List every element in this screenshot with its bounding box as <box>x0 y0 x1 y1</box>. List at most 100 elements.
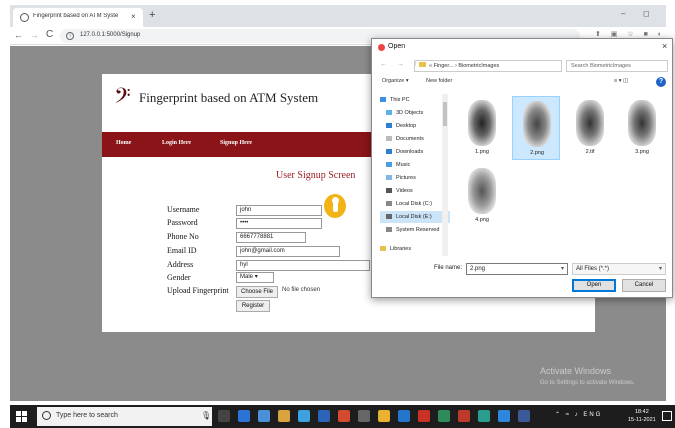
nav-link-login[interactable]: Login Here <box>162 140 191 146</box>
app-icon[interactable] <box>398 410 410 422</box>
file-name: 2.tif <box>585 149 595 155</box>
file-item[interactable]: 2.tif <box>566 96 614 160</box>
filename-value: 2.png <box>470 266 486 272</box>
pdf-icon[interactable] <box>418 410 430 422</box>
nav-item-label: Documents <box>396 136 424 142</box>
document-icon <box>386 136 392 142</box>
nav-item-label: Libraries <box>390 246 412 252</box>
breadcrumb[interactable]: « Finger... › BiometricImages <box>414 60 562 72</box>
gender-label: Gender <box>167 273 191 282</box>
minimize-button[interactable]: – <box>621 9 625 18</box>
taskbar-search-input[interactable]: Type here to search 🎙 <box>37 407 212 426</box>
nav-item-libraries[interactable]: Libraries <box>380 243 450 255</box>
nav-link-signup[interactable]: Signup Here <box>220 140 252 146</box>
password-label: Password <box>167 218 198 227</box>
filetype-select[interactable]: All Files (*.*) ▾ <box>572 263 666 275</box>
organize-button[interactable]: Organize ▾ <box>382 78 409 84</box>
file-item-selected[interactable]: 2.png <box>512 96 560 160</box>
windows-start-icon[interactable] <box>16 411 27 422</box>
form-title: User Signup Screen <box>276 170 356 181</box>
site-info-icon[interactable]: i <box>66 32 74 40</box>
nav-item-label: Pictures <box>396 175 416 181</box>
gender-value: Male <box>240 274 254 280</box>
activation-watermark-title: Activate Windows <box>540 366 612 376</box>
activation-watermark-subtitle: Go to Settings to activate Windows. <box>540 380 635 386</box>
forward-arrow-icon[interactable]: → <box>30 30 39 40</box>
store-icon[interactable] <box>278 410 290 422</box>
username-label: Username <box>167 205 200 214</box>
video-icon <box>386 188 392 194</box>
open-file-dialog: Open × ← → ↑ « Finger... › BiometricImag… <box>371 38 673 298</box>
open-button[interactable]: Open <box>572 279 616 292</box>
email-field[interactable]: john@gmail.com <box>236 246 340 257</box>
search-input[interactable]: Search BiometricImages <box>566 60 668 72</box>
task-view-icon[interactable] <box>218 410 230 422</box>
gender-select[interactable]: Male ▾ <box>236 272 274 283</box>
file-item[interactable]: 4.png <box>458 164 506 228</box>
pictures-icon <box>386 175 392 181</box>
app-icon[interactable] <box>298 410 310 422</box>
filename-label: File name: <box>434 265 463 271</box>
fingerprint-thumbnail <box>468 168 496 214</box>
nav-item-local-disk-e[interactable]: Local Disk (E:) <box>380 211 450 223</box>
nav-link-home[interactable]: Home <box>116 140 131 146</box>
microphone-icon[interactable]: 🎙 <box>201 411 211 420</box>
choose-file-button[interactable]: Choose File <box>236 286 278 298</box>
file-list: 1.png 2.png 2.tif 3.png 4.png <box>456 94 670 256</box>
clock-time: 18:42 <box>634 409 649 415</box>
app-icon[interactable] <box>478 410 490 422</box>
app-icon[interactable] <box>518 410 530 422</box>
clock[interactable]: 18:42 15-11-2021 <box>628 408 656 424</box>
nav-item-label: Music <box>396 162 411 168</box>
app-icon[interactable] <box>258 410 270 422</box>
app-icon[interactable] <box>338 410 350 422</box>
close-icon[interactable]: × <box>662 41 667 51</box>
maximize-button[interactable]: ◻ <box>643 9 650 18</box>
username-field[interactable]: john <box>236 205 322 216</box>
tab-title: Fingerprint based on ATM Syste <box>33 13 119 19</box>
chevron-down-icon[interactable]: ▾ <box>561 264 564 274</box>
scrollbar-thumb[interactable] <box>443 102 447 126</box>
register-button[interactable]: Register <box>236 300 270 312</box>
cube-icon <box>386 110 392 116</box>
notifications-icon[interactable] <box>662 411 672 421</box>
app-icon[interactable] <box>438 410 450 422</box>
new-folder-button[interactable]: New folder <box>426 78 452 84</box>
edge-icon[interactable] <box>238 410 250 422</box>
view-options-icon[interactable]: ≡ ▾ ◫ <box>614 78 628 84</box>
url-text: 127.0.0.1:5000/Signup <box>80 32 141 38</box>
nav-scrollbar[interactable] <box>442 94 448 256</box>
app-icon[interactable] <box>498 410 510 422</box>
app-icon[interactable] <box>318 410 330 422</box>
cancel-button[interactable]: Cancel <box>622 279 666 292</box>
dialog-title: Open <box>388 43 406 50</box>
filename-input[interactable]: 2.png ▾ <box>466 263 568 275</box>
reload-icon[interactable]: C <box>46 29 53 40</box>
fingerprint-thumbnail <box>628 100 656 146</box>
address-field[interactable]: hyl <box>236 260 370 271</box>
system-tray[interactable]: ⌃ ≈ ♪ ENG <box>555 411 602 418</box>
file-item[interactable]: 1.png <box>458 96 506 160</box>
desktop-icon <box>386 123 392 129</box>
phone-field[interactable]: 6667778881 <box>236 232 306 243</box>
back-arrow-icon[interactable]: ← <box>14 30 23 40</box>
site-logo-icon: 𝄢 <box>114 84 131 114</box>
drive-icon <box>386 201 392 207</box>
browser-tab[interactable]: Fingerprint based on ATM Syste × <box>13 8 143 27</box>
file-name: 3.png <box>635 149 649 155</box>
nav-item-label: Desktop <box>396 123 417 129</box>
chrome-icon <box>378 44 385 51</box>
app-icon[interactable] <box>358 410 370 422</box>
download-icon <box>386 149 392 155</box>
tab-close-icon[interactable]: × <box>131 12 136 21</box>
new-tab-button[interactable]: + <box>149 9 155 21</box>
taskbar-search-placeholder: Type here to search <box>56 412 118 419</box>
file-item[interactable]: 3.png <box>618 96 666 160</box>
nav-item-label: Local Disk (C:) <box>396 201 433 207</box>
app-icon[interactable] <box>458 410 470 422</box>
library-icon <box>380 246 386 252</box>
chrome-icon[interactable] <box>378 410 390 422</box>
help-icon[interactable]: ? <box>656 77 666 87</box>
password-field[interactable]: •••• <box>236 218 322 229</box>
nav-item-this-pc[interactable]: This PC <box>380 94 450 106</box>
